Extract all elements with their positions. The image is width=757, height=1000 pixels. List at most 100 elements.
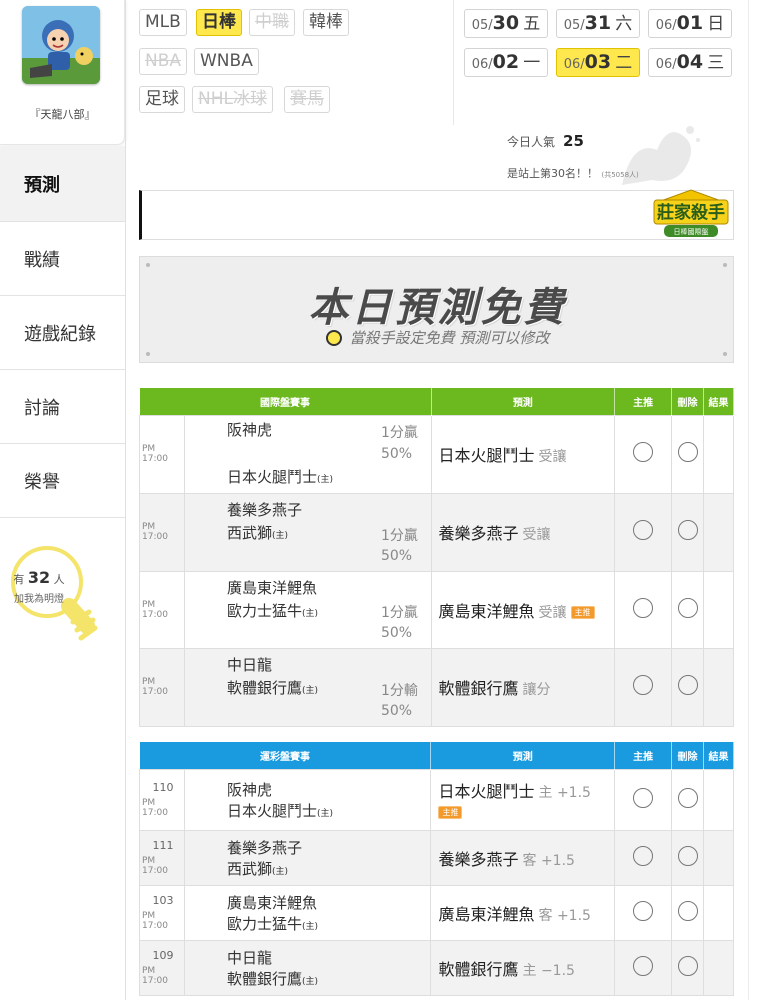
pick-kind: 受讓 [538, 604, 567, 621]
nav-item-discuss[interactable]: 討論 [0, 370, 125, 444]
sport-horse: 賽馬 [284, 86, 330, 113]
date-0601[interactable]: 06/01 日 [648, 9, 732, 38]
delete-radio[interactable] [677, 442, 698, 462]
sport-npb[interactable]: 日棒 [196, 9, 242, 36]
home-mark: (主) [316, 475, 333, 485]
featured-cell [614, 884, 673, 941]
nav-item-honor[interactable]: 榮譽 [0, 444, 125, 518]
delete-radio[interactable] [677, 955, 698, 976]
delete-radio[interactable] [677, 597, 698, 618]
game-teams: 阪神虎 日本火腿鬥士(主) 1分贏 50% [183, 414, 432, 494]
date-day: 30 [492, 12, 520, 34]
pick-team: 日本火腿鬥士 [438, 782, 535, 801]
delete-cell [671, 647, 704, 727]
away-team: 養樂多燕子 [226, 501, 302, 519]
sport-mlb[interactable]: MLB [139, 9, 187, 36]
prediction: 廣島東洋鯉魚客 +1.5 [430, 884, 616, 941]
delete-radio[interactable] [677, 675, 698, 695]
delete-radio[interactable] [677, 787, 698, 808]
delete-radio[interactable] [677, 900, 698, 921]
prediction: 養樂多燕子客 +1.5 [430, 829, 616, 886]
banner-title: 本日預測免費 [308, 285, 567, 331]
table-row: 111 PM 17:00 養樂多燕子 西武獅(主) 養樂多燕子客 +1.5 [139, 829, 734, 886]
odds-percent: 50% [380, 702, 413, 719]
featured-radio[interactable] [633, 955, 654, 976]
sport-cpbl: 中職 [249, 9, 295, 36]
nav-item-predict[interactable]: 預測 [0, 146, 125, 222]
date-0602[interactable]: 06/02 一 [464, 48, 548, 77]
odds-percent: 50% [380, 624, 413, 641]
featured-cell [614, 768, 673, 831]
game-teams: 養樂多燕子 西武獅(主) 1分贏 50% [183, 492, 432, 572]
free-prediction-banner: 本日預測免費 當殺手設定免費 預測可以修改 [139, 256, 734, 363]
game-time: PM 17:00 [142, 856, 168, 876]
odds-percent: 50% [380, 445, 413, 462]
game-teams: 中日龍 軟體銀行鷹(主) 1分輸 50% [183, 647, 432, 727]
home-team: 日本火腿鬥士(主) [227, 466, 431, 487]
avatar[interactable] [22, 6, 100, 84]
odds-line: 1分贏 [380, 527, 418, 544]
fans-suffix: 人 [53, 573, 65, 586]
odds-line: 1分贏 [380, 424, 418, 441]
header-games: 運彩盤賽事 [139, 742, 432, 769]
header-result: 結果 [703, 388, 734, 415]
header-featured: 主推 [614, 388, 673, 415]
prediction: 日本火腿鬥士 受讓 [430, 414, 616, 494]
nav-item-record[interactable]: 戰績 [0, 222, 125, 296]
away-team: 阪神虎 [226, 780, 272, 799]
table-header: 國際盤賽事 預測 主推 刪除 結果 [139, 388, 734, 415]
table-row: PM 17:00 廣島東洋鯉魚 歐力士猛牛(主) 1分贏 50% 廣島東洋鯉魚受… [139, 570, 734, 649]
delete-radio[interactable] [677, 845, 698, 866]
game-teams: 阪神虎 日本火腿鬥士(主) [183, 768, 432, 831]
date-weekday: 六 [615, 14, 633, 34]
home-team-name: 軟體銀行鷹 [226, 969, 302, 988]
featured-radio[interactable] [633, 845, 654, 866]
pick-kind: 受讓 [538, 449, 567, 465]
sport-wnba[interactable]: WNBA [194, 48, 259, 75]
sport-soccer[interactable]: 足球 [139, 86, 185, 113]
game-teams: 養樂多燕子 西武獅(主) [183, 829, 432, 886]
popularity-today: 今日人氣 25 [507, 132, 584, 150]
nav-item-game-log[interactable]: 遊戲紀錄 [0, 296, 125, 370]
table-row: PM 17:00 中日龍 軟體銀行鷹(主) 1分輸 50% 軟體銀行鷹 讓分 [139, 647, 734, 727]
home-team: 軟體銀行鷹(主) [227, 968, 431, 989]
sport-kbo[interactable]: 韓棒 [303, 9, 349, 36]
featured-radio[interactable] [633, 597, 654, 618]
badge-icon: 莊家殺手 日棒國際盤 [653, 189, 729, 237]
date-0531[interactable]: 05/31 六 [556, 9, 640, 38]
badge-subtitle: 日棒國際盤 [674, 227, 709, 236]
result-cell [703, 647, 734, 727]
featured-radio[interactable] [633, 787, 654, 808]
game-time: PM 17:00 [142, 911, 168, 931]
banner-rivet [146, 263, 150, 267]
header-games: 國際盤賽事 [139, 388, 432, 415]
game-teams: 廣島東洋鯉魚 歐力士猛牛(主) [183, 884, 432, 941]
prediction: 軟體銀行鷹 讓分 [430, 647, 616, 727]
away-team: 廣島東洋鯉魚 [226, 893, 317, 912]
featured-cell [614, 647, 673, 727]
header-delete: 刪除 [671, 742, 704, 769]
follow-caption[interactable]: 加我為明燈 [0, 590, 78, 605]
game-time: PM 17:00 [142, 966, 168, 986]
date-weekday: 日 [707, 14, 725, 34]
date-0530[interactable]: 05/30 五 [464, 9, 548, 38]
date-0603[interactable]: 06/03 二 [556, 48, 640, 77]
home-mark: (主) [301, 921, 318, 932]
featured-radio[interactable] [633, 900, 654, 921]
announcement-input[interactable] [139, 190, 734, 240]
delete-radio[interactable] [677, 520, 698, 540]
content-right-border [748, 0, 749, 1000]
home-mark: (主) [271, 531, 288, 541]
date-day: 03 [584, 51, 612, 73]
result-cell [703, 829, 734, 886]
featured-radio[interactable] [633, 520, 654, 540]
featured-radio[interactable] [633, 675, 654, 695]
home-team-name: 歐力士猛牛 [226, 601, 302, 620]
featured-radio[interactable] [633, 442, 654, 462]
date-day: 31 [584, 12, 612, 34]
date-0604[interactable]: 06/04 三 [648, 48, 732, 77]
delete-cell [671, 939, 704, 996]
game-time-cell: 109 PM 17:00 [139, 939, 185, 996]
intl-games-table: 國際盤賽事 預測 主推 刪除 結果 PM 17:00 阪神虎 日本火腿鬥士(主)… [139, 388, 734, 727]
header-predict: 預測 [430, 742, 616, 769]
